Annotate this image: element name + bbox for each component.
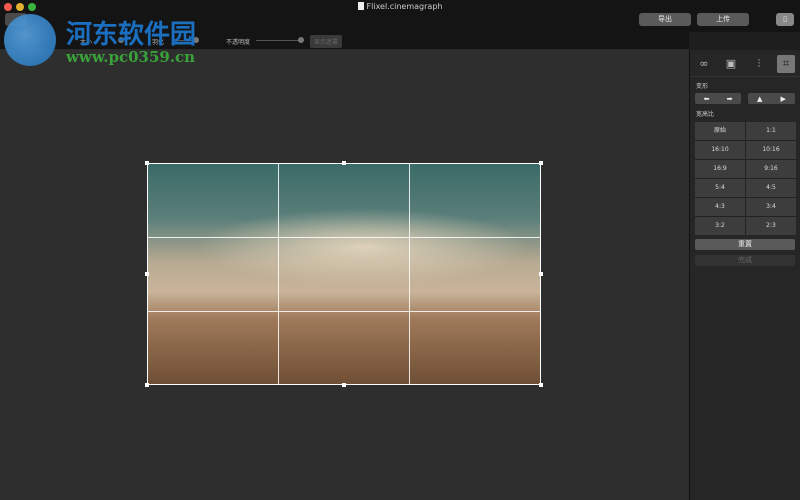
opacity-slider[interactable] <box>256 40 301 41</box>
aspect-ratio-label: 宽高比 <box>696 109 714 118</box>
opacity-label: 不透明度 <box>226 37 250 46</box>
transform-label: 变形 <box>696 81 708 90</box>
loop-icon[interactable]: ∞ <box>695 55 713 73</box>
divider <box>690 76 800 77</box>
crop-icon[interactable]: ⌗ <box>777 55 795 73</box>
aspect-ratio-grid: 原始 1:1 16:10 10:16 16:9 9:16 5:4 4:5 4:3… <box>695 122 796 235</box>
back-button[interactable] <box>5 13 27 26</box>
export-button[interactable]: 导出 <box>639 13 691 26</box>
ratio-10-16[interactable]: 10:16 <box>746 141 796 159</box>
crop-handle[interactable] <box>342 161 346 165</box>
crop-handle[interactable] <box>539 272 543 276</box>
done-button[interactable]: 完成 <box>695 255 795 266</box>
flip-vertical-icon[interactable]: ▲ <box>757 95 762 103</box>
sidebar: ∞ ▣ ⫶ ⌗ 变形 ⬅➡ ▲▶ 宽高比 原始 1:1 16:10 10:16 … <box>689 50 800 500</box>
title-bar: Flixel.cinemagraph 导出 上传 ▯ <box>0 0 800 32</box>
adjust-icon[interactable]: ⫶ <box>750 55 768 73</box>
flip-horizontal-icon[interactable]: ▶ <box>781 95 786 103</box>
crop-handle[interactable] <box>539 383 543 387</box>
size-label: 大小 <box>80 37 92 46</box>
feather-label: 羽化 <box>152 37 164 46</box>
rotate-buttons: ⬅➡ <box>695 93 741 104</box>
options-bar: 大小 羽化 不透明度 显示遮罩 <box>0 32 689 50</box>
ratio-original[interactable]: 原始 <box>695 122 745 140</box>
document-icon <box>358 2 364 10</box>
rotate-right-icon[interactable]: ➡ <box>727 95 733 103</box>
rotate-left-icon[interactable]: ⬅ <box>704 95 710 103</box>
feather-knob[interactable] <box>193 37 199 43</box>
opacity-knob[interactable] <box>298 37 304 43</box>
window-title: Flixel.cinemagraph <box>0 2 800 11</box>
reset-button[interactable]: 重置 <box>695 239 795 250</box>
crop-handle[interactable] <box>145 161 149 165</box>
crop-handle[interactable] <box>342 383 346 387</box>
size-slider[interactable] <box>118 37 124 43</box>
window-title-text: Flixel.cinemagraph <box>367 2 443 11</box>
crop-handle[interactable] <box>539 161 543 165</box>
sidebar-toggle-button[interactable]: ▯ <box>776 13 794 26</box>
crop-image[interactable] <box>147 163 541 385</box>
ratio-1-1[interactable]: 1:1 <box>746 122 796 140</box>
ratio-3-4[interactable]: 3:4 <box>746 198 796 216</box>
ratio-2-3[interactable]: 2:3 <box>746 217 796 235</box>
flip-buttons: ▲▶ <box>748 93 795 104</box>
ratio-16-10[interactable]: 16:10 <box>695 141 745 159</box>
ratio-5-4[interactable]: 5:4 <box>695 179 745 197</box>
upload-button[interactable]: 上传 <box>697 13 749 26</box>
ratio-3-2[interactable]: 3:2 <box>695 217 745 235</box>
crop-handle[interactable] <box>145 272 149 276</box>
ratio-4-3[interactable]: 4:3 <box>695 198 745 216</box>
crop-handle[interactable] <box>145 383 149 387</box>
image-icon[interactable]: ▣ <box>722 55 740 73</box>
ratio-16-9[interactable]: 16:9 <box>695 160 745 178</box>
show-mask-button[interactable]: 显示遮罩 <box>310 35 342 48</box>
ratio-4-5[interactable]: 4:5 <box>746 179 796 197</box>
crop-border <box>147 163 541 385</box>
ratio-9-16[interactable]: 9:16 <box>746 160 796 178</box>
